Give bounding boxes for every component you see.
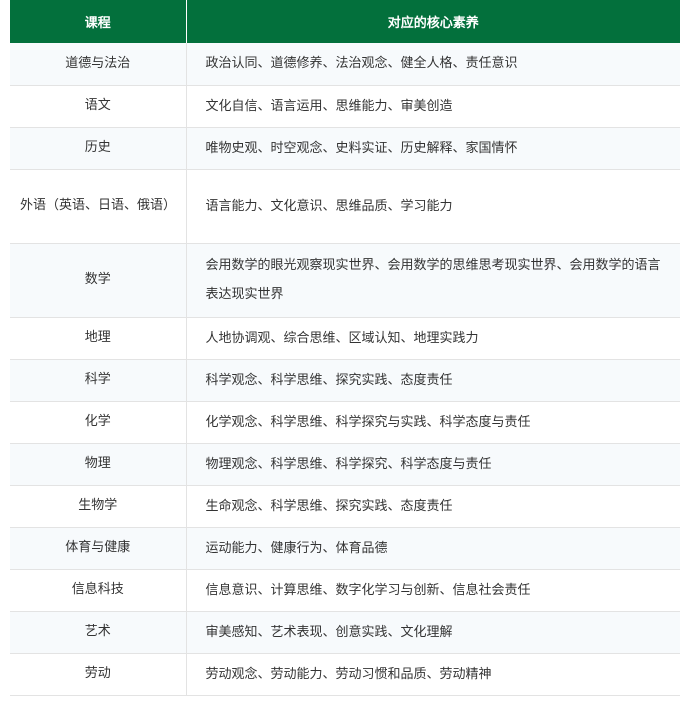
core-competency-table-container: 课程 对应的核心素养 道德与法治 政治认同、道德修养、法治观念、健全人格、责任意… <box>10 0 680 696</box>
course-cell: 地理 <box>10 317 187 360</box>
table-row: 科学 科学观念、科学思维、探究实践、态度责任 <box>10 359 680 402</box>
table-row: 艺术 审美感知、艺术表现、创意实践、文化理解 <box>10 611 680 654</box>
course-cell: 数学 <box>10 243 187 318</box>
quality-cell: 物理观念、科学思维、科学探究、科学态度与责任 <box>186 443 680 486</box>
core-competency-table: 课程 对应的核心素养 道德与法治 政治认同、道德修养、法治观念、健全人格、责任意… <box>10 0 680 696</box>
table-row: 历史 唯物史观、时空观念、史料实证、历史解释、家国情怀 <box>10 127 680 170</box>
quality-cell: 科学观念、科学思维、探究实践、态度责任 <box>186 359 680 402</box>
course-cell: 劳动 <box>10 653 187 696</box>
quality-cell: 人地协调观、综合思维、区域认知、地理实践力 <box>186 317 680 360</box>
course-cell: 化学 <box>10 401 187 444</box>
course-cell: 体育与健康 <box>10 527 187 570</box>
table-row: 信息科技 信息意识、计算思维、数字化学习与创新、信息社会责任 <box>10 569 680 612</box>
table-row: 数学 会用数学的眼光观察现实世界、会用数学的思维思考现实世界、会用数学的语言表达… <box>10 243 680 318</box>
course-cell: 道德与法治 <box>10 43 187 86</box>
course-cell: 外语（英语、日语、俄语） <box>10 169 187 244</box>
course-cell: 艺术 <box>10 611 187 654</box>
table-header: 课程 对应的核心素养 <box>10 0 680 43</box>
course-cell: 物理 <box>10 443 187 486</box>
table-body: 道德与法治 政治认同、道德修养、法治观念、健全人格、责任意识 语文 文化自信、语… <box>10 43 680 696</box>
quality-cell: 运动能力、健康行为、体育品德 <box>186 527 680 570</box>
quality-cell: 生命观念、科学思维、探究实践、态度责任 <box>186 485 680 528</box>
course-cell: 信息科技 <box>10 569 187 612</box>
course-cell: 语文 <box>10 85 187 128</box>
quality-cell: 审美感知、艺术表现、创意实践、文化理解 <box>186 611 680 654</box>
table-row: 劳动 劳动观念、劳动能力、劳动习惯和品质、劳动精神 <box>10 653 680 696</box>
quality-cell: 政治认同、道德修养、法治观念、健全人格、责任意识 <box>186 43 680 86</box>
course-cell: 历史 <box>10 127 187 170</box>
column-header-quality: 对应的核心素养 <box>186 0 680 43</box>
table-row: 体育与健康 运动能力、健康行为、体育品德 <box>10 527 680 570</box>
table-row: 道德与法治 政治认同、道德修养、法治观念、健全人格、责任意识 <box>10 43 680 86</box>
quality-cell: 文化自信、语言运用、思维能力、审美创造 <box>186 85 680 128</box>
column-header-course: 课程 <box>10 0 187 43</box>
course-cell: 生物学 <box>10 485 187 528</box>
course-cell: 科学 <box>10 359 187 402</box>
table-row: 化学 化学观念、科学思维、科学探究与实践、科学态度与责任 <box>10 401 680 444</box>
table-row: 外语（英语、日语、俄语） 语言能力、文化意识、思维品质、学习能力 <box>10 169 680 244</box>
header-row: 课程 对应的核心素养 <box>10 0 680 43</box>
quality-cell: 语言能力、文化意识、思维品质、学习能力 <box>186 169 680 244</box>
quality-cell: 信息意识、计算思维、数字化学习与创新、信息社会责任 <box>186 569 680 612</box>
table-row: 语文 文化自信、语言运用、思维能力、审美创造 <box>10 85 680 128</box>
quality-cell: 化学观念、科学思维、科学探究与实践、科学态度与责任 <box>186 401 680 444</box>
table-row: 生物学 生命观念、科学思维、探究实践、态度责任 <box>10 485 680 528</box>
table-row: 地理 人地协调观、综合思维、区域认知、地理实践力 <box>10 317 680 360</box>
table-row: 物理 物理观念、科学思维、科学探究、科学态度与责任 <box>10 443 680 486</box>
quality-cell: 劳动观念、劳动能力、劳动习惯和品质、劳动精神 <box>186 653 680 696</box>
quality-cell: 会用数学的眼光观察现实世界、会用数学的思维思考现实世界、会用数学的语言表达现实世… <box>186 243 680 318</box>
quality-cell: 唯物史观、时空观念、史料实证、历史解释、家国情怀 <box>186 127 680 170</box>
